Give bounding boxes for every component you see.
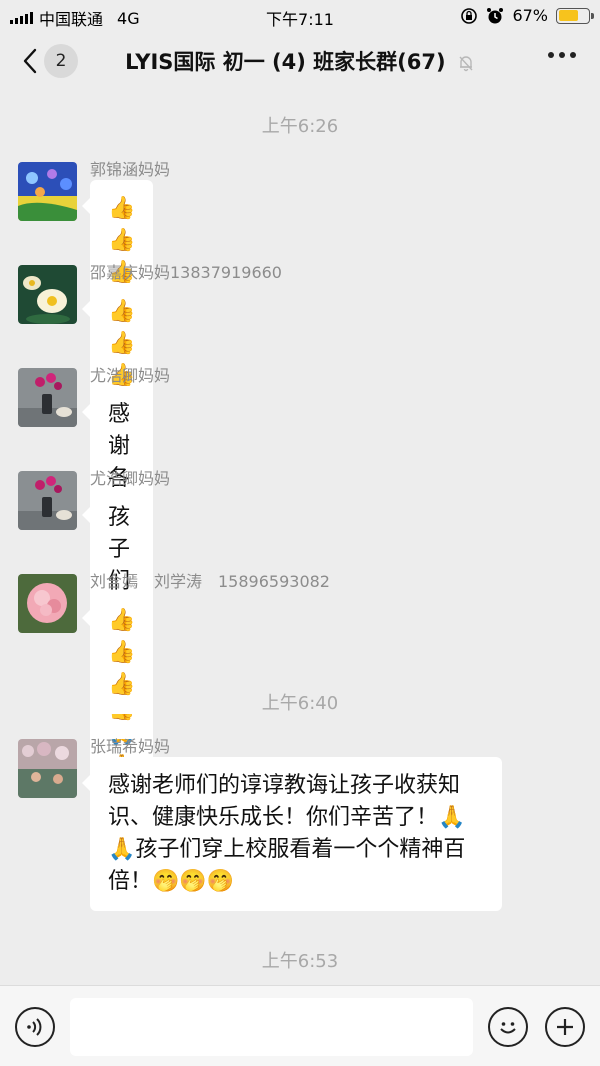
timestamp: 上午6:53 bbox=[261, 951, 339, 972]
plus-icon bbox=[557, 1019, 573, 1035]
chat-messages[interactable]: 上午6:26 郭锦涵妈妈 👍👍👍 邵嘉庆妈妈13837919660 👍👍👍 尤浩… bbox=[0, 90, 600, 985]
flowers-photo bbox=[18, 162, 77, 221]
crowd-photo bbox=[18, 739, 77, 798]
vase-flower-photo bbox=[18, 471, 77, 530]
status-right: 67% bbox=[460, 6, 594, 25]
message-bubble[interactable]: 感谢老师们的谆谆教诲让孩子收获知识、健康快乐成长！你们辛苦了！🙏🙏孩子们穿上校服… bbox=[82, 757, 502, 911]
alarm-icon bbox=[487, 7, 504, 23]
voice-icon bbox=[27, 1018, 42, 1036]
sender-name: 郭锦涵妈妈 bbox=[90, 160, 171, 179]
more-dots-icon[interactable] bbox=[548, 52, 576, 58]
plus-button[interactable] bbox=[545, 1007, 585, 1047]
avatar[interactable] bbox=[18, 265, 77, 324]
avatar[interactable] bbox=[18, 162, 77, 221]
avatar[interactable] bbox=[18, 471, 77, 530]
emoji-button[interactable] bbox=[488, 1007, 528, 1047]
input-bar bbox=[0, 985, 600, 1066]
mute-bell-icon bbox=[459, 56, 473, 72]
rotation-lock-icon bbox=[461, 7, 478, 24]
chat-title: LYIS国际 初一 (4) 班家长群(67) bbox=[125, 50, 446, 74]
battery-percent: 67% bbox=[512, 6, 548, 25]
status-bar: 中国联通 4G 下午7:11 67% bbox=[0, 0, 600, 32]
battery-level-fill bbox=[558, 10, 578, 21]
avatar[interactable] bbox=[18, 739, 77, 798]
chat-header: 2 LYIS国际 初一 (4) 班家长群(67) bbox=[0, 32, 600, 90]
battery-icon bbox=[556, 7, 594, 24]
sender-name: 刘含嫣 刘学涛 15896593082 bbox=[90, 572, 330, 591]
vase-flower-photo bbox=[18, 368, 77, 427]
chat-title-area[interactable]: LYIS国际 初一 (4) 班家长群(67) bbox=[0, 46, 600, 76]
avatar[interactable] bbox=[18, 368, 77, 427]
avatar[interactable] bbox=[18, 574, 77, 633]
timestamp: 上午6:26 bbox=[261, 116, 339, 137]
sender-name: 张瑞希妈妈 bbox=[90, 737, 171, 756]
timestamp: 上午6:40 bbox=[261, 693, 339, 714]
sender-name: 尤浩卿妈妈 bbox=[90, 469, 171, 488]
voice-button[interactable] bbox=[15, 1007, 55, 1047]
sender-name: 邵嘉庆妈妈13837919660 bbox=[90, 263, 282, 282]
lotus-photo bbox=[18, 265, 77, 324]
emoji-icon bbox=[500, 1022, 516, 1034]
sender-name: 尤浩卿妈妈 bbox=[90, 366, 171, 385]
pink-flower-photo bbox=[18, 574, 77, 633]
message-input[interactable] bbox=[70, 998, 473, 1056]
